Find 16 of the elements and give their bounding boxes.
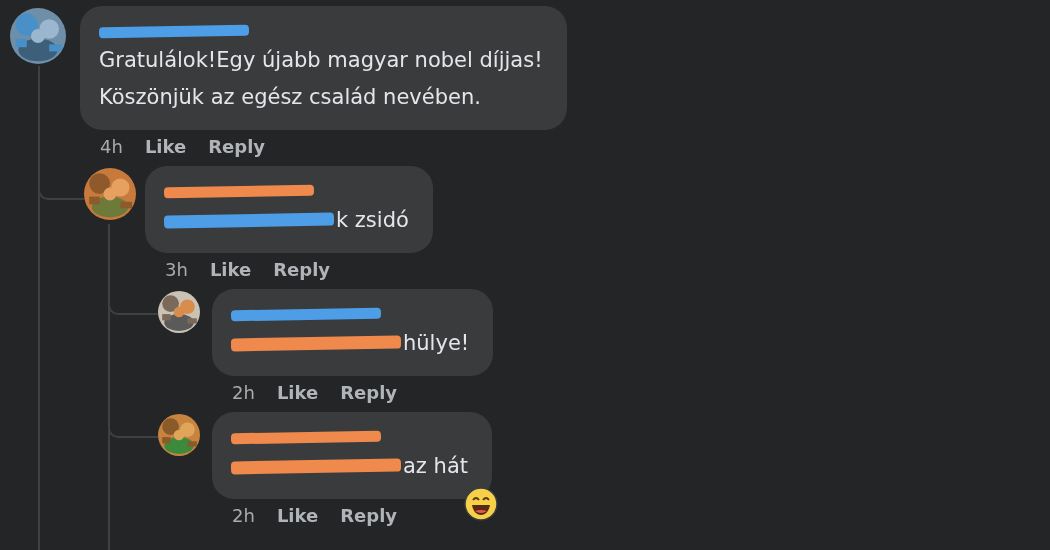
comment-text: hülye! xyxy=(403,330,470,357)
comment-text: Gratulálok!Egy újabb magyar nobel díjjas! Köszönjük az egész család nevében. xyxy=(99,47,543,111)
like-link[interactable]: Like xyxy=(276,382,319,403)
reply-link[interactable]: Reply xyxy=(340,382,398,403)
like-link[interactable]: Like xyxy=(209,259,252,280)
timestamp: 3h xyxy=(165,259,188,280)
timestamp: 4h xyxy=(100,136,123,157)
timestamp: 2h xyxy=(232,382,255,403)
timestamp: 2h xyxy=(232,505,255,526)
like-link[interactable]: Like xyxy=(276,505,319,526)
reply-link[interactable]: Reply xyxy=(273,259,331,280)
comment-text: az hát xyxy=(403,453,468,480)
reply-link[interactable]: Reply xyxy=(340,505,398,526)
like-link[interactable]: Like xyxy=(144,136,187,157)
reply-link[interactable]: Reply xyxy=(208,136,266,157)
comment-text: k zsidó xyxy=(336,207,409,234)
